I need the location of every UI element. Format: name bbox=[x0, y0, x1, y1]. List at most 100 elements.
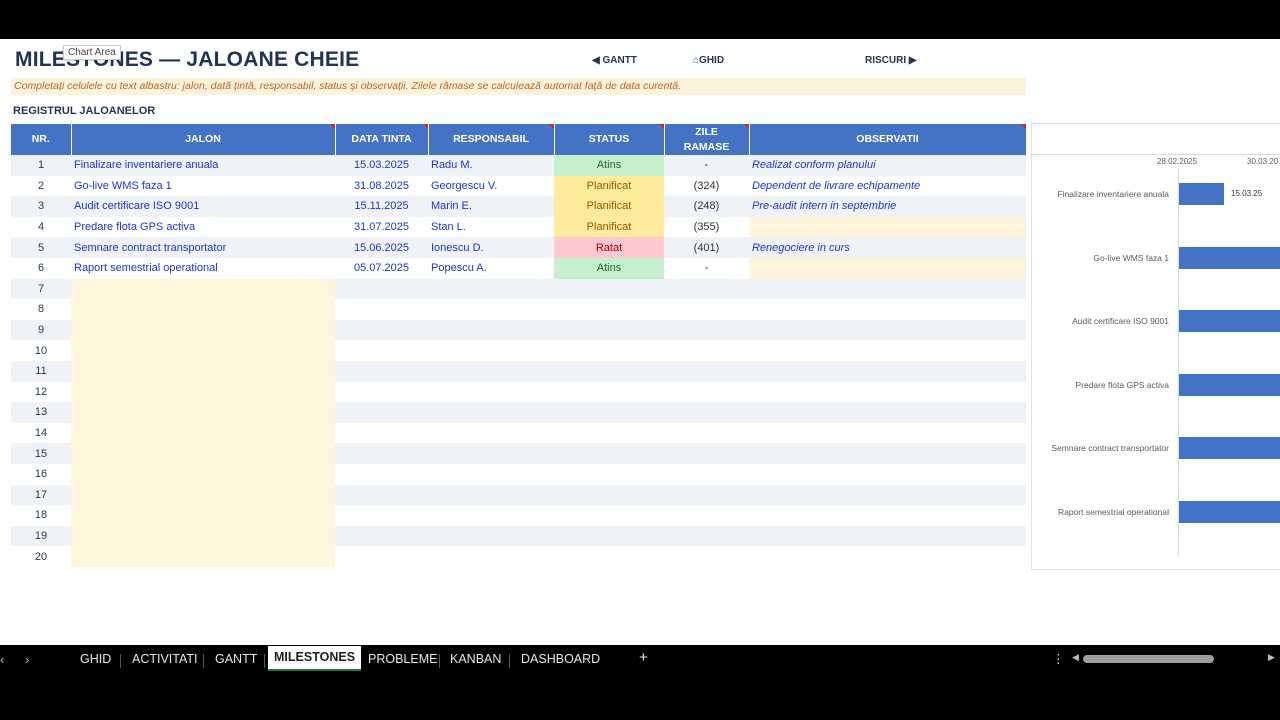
row-number-cell[interactable]: 18 bbox=[11, 505, 71, 526]
status-cell[interactable]: Planificat bbox=[554, 175, 664, 197]
responsabil-cell[interactable]: Ionescu D. bbox=[428, 237, 554, 258]
row-number-cell[interactable]: 3 bbox=[11, 196, 71, 217]
data-tinta-cell[interactable] bbox=[335, 546, 428, 567]
data-tinta-cell[interactable] bbox=[335, 381, 428, 403]
data-tinta-cell[interactable]: 15.11.2025 bbox=[335, 196, 428, 217]
responsabil-cell[interactable] bbox=[428, 484, 554, 506]
zile-ramase-cell[interactable] bbox=[664, 360, 749, 382]
status-cell[interactable] bbox=[554, 463, 664, 485]
row-number-cell[interactable]: 15 bbox=[11, 443, 71, 464]
status-cell[interactable]: Planificat bbox=[554, 196, 664, 217]
row-number-cell[interactable]: 2 bbox=[11, 175, 71, 197]
data-tinta-cell[interactable] bbox=[335, 278, 428, 300]
status-cell[interactable] bbox=[554, 525, 664, 547]
header-data-tinta[interactable]: DATA TINTA bbox=[335, 124, 429, 155]
responsabil-cell[interactable] bbox=[428, 319, 554, 341]
data-tinta-cell[interactable]: 31.08.2025 bbox=[335, 175, 428, 197]
jalon-cell[interactable] bbox=[71, 278, 335, 300]
nav-ghid-link[interactable]: ⌂GHID bbox=[693, 55, 724, 66]
responsabil-cell[interactable] bbox=[428, 278, 554, 300]
horizontal-scrollbar[interactable] bbox=[1083, 655, 1214, 663]
zile-ramase-cell[interactable] bbox=[664, 381, 749, 403]
responsabil-cell[interactable] bbox=[428, 546, 554, 567]
spreadsheet-sheet[interactable]: MILESTONES — JALOANE CHEIE Chart Area ◀ … bbox=[0, 39, 1280, 645]
responsabil-cell[interactable]: Popescu A. bbox=[428, 257, 554, 279]
add-sheet-button[interactable]: + bbox=[639, 649, 648, 666]
responsabil-cell[interactable]: Radu M. bbox=[428, 155, 554, 176]
row-number-cell[interactable]: 7 bbox=[11, 278, 71, 300]
scroll-left-icon[interactable]: ◀ bbox=[1072, 652, 1079, 663]
tab-kanban[interactable]: KANBAN bbox=[450, 652, 501, 666]
jalon-cell[interactable] bbox=[71, 360, 335, 382]
jalon-cell[interactable] bbox=[71, 505, 335, 526]
data-tinta-cell[interactable] bbox=[335, 422, 428, 444]
row-number-cell[interactable]: 19 bbox=[11, 525, 71, 547]
tab-activitati[interactable]: ACTIVITATI bbox=[132, 652, 198, 666]
observatii-cell[interactable] bbox=[749, 278, 1026, 300]
data-tinta-cell[interactable] bbox=[335, 360, 428, 382]
status-cell[interactable]: Ratat bbox=[554, 237, 664, 258]
observatii-cell[interactable] bbox=[749, 216, 1026, 238]
data-tinta-cell[interactable] bbox=[335, 299, 428, 320]
header-jalon[interactable]: JALON bbox=[71, 124, 336, 155]
jalon-cell[interactable]: Predare flota GPS activa bbox=[71, 216, 335, 238]
zile-ramase-cell[interactable] bbox=[664, 443, 749, 464]
header-observatii[interactable]: OBSERVATII bbox=[749, 124, 1027, 155]
status-cell[interactable] bbox=[554, 381, 664, 403]
chart-bar[interactable] bbox=[1179, 437, 1280, 459]
jalon-cell[interactable] bbox=[71, 299, 335, 320]
responsabil-cell[interactable]: Stan L. bbox=[428, 216, 554, 238]
row-number-cell[interactable]: 4 bbox=[11, 216, 71, 238]
observatii-cell[interactable] bbox=[749, 505, 1026, 526]
observatii-cell[interactable] bbox=[749, 443, 1026, 464]
header-nr[interactable]: NR. bbox=[11, 124, 72, 155]
status-cell[interactable] bbox=[554, 422, 664, 444]
jalon-cell[interactable]: Semnare contract transportator bbox=[71, 237, 335, 258]
chart-bar[interactable] bbox=[1179, 310, 1280, 332]
zile-ramase-cell[interactable]: (355) bbox=[664, 216, 749, 238]
header-zile-ramase[interactable]: ZILE RAMASE bbox=[664, 124, 750, 155]
zile-ramase-cell[interactable]: (248) bbox=[664, 196, 749, 217]
zile-ramase-cell[interactable] bbox=[664, 340, 749, 361]
observatii-cell[interactable] bbox=[749, 402, 1026, 423]
row-number-cell[interactable]: 10 bbox=[11, 340, 71, 361]
status-cell[interactable] bbox=[554, 546, 664, 567]
zile-ramase-cell[interactable] bbox=[664, 402, 749, 423]
zile-ramase-cell[interactable] bbox=[664, 525, 749, 547]
zile-ramase-cell[interactable] bbox=[664, 278, 749, 300]
observatii-cell[interactable]: Dependent de livrare echipamente bbox=[749, 175, 1026, 197]
observatii-cell[interactable]: Pre-audit intern in septembrie bbox=[749, 196, 1026, 217]
row-number-cell[interactable]: 6 bbox=[11, 257, 71, 279]
chart-bar[interactable] bbox=[1179, 183, 1224, 205]
row-number-cell[interactable]: 17 bbox=[11, 484, 71, 506]
data-tinta-cell[interactable] bbox=[335, 402, 428, 423]
tab-ghid[interactable]: GHID bbox=[80, 652, 111, 666]
nav-riscuri-link[interactable]: RISCURI ▶ bbox=[865, 55, 917, 66]
header-responsabil[interactable]: RESPONSABIL bbox=[428, 124, 555, 155]
data-tinta-cell[interactable] bbox=[335, 319, 428, 341]
zile-ramase-cell[interactable] bbox=[664, 484, 749, 506]
zile-ramase-cell[interactable] bbox=[664, 546, 749, 567]
chart-bar[interactable] bbox=[1179, 247, 1280, 269]
row-number-cell[interactable]: 9 bbox=[11, 319, 71, 341]
observatii-cell[interactable] bbox=[749, 381, 1026, 403]
data-tinta-cell[interactable]: 31.07.2025 bbox=[335, 216, 428, 238]
responsabil-cell[interactable] bbox=[428, 422, 554, 444]
jalon-cell[interactable] bbox=[71, 381, 335, 403]
zile-ramase-cell[interactable]: - bbox=[664, 257, 749, 279]
jalon-cell[interactable]: Raport semestrial operational bbox=[71, 257, 335, 279]
responsabil-cell[interactable] bbox=[428, 443, 554, 464]
observatii-cell[interactable] bbox=[749, 525, 1026, 547]
data-tinta-cell[interactable] bbox=[335, 505, 428, 526]
row-number-cell[interactable]: 16 bbox=[11, 463, 71, 485]
jalon-cell[interactable]: Audit certificare ISO 9001 bbox=[71, 196, 335, 217]
jalon-cell[interactable] bbox=[71, 525, 335, 547]
milestones-chart[interactable]: 28.02.2025 30.03.20 Finalizare inventari… bbox=[1031, 123, 1280, 570]
more-options-icon[interactable]: ⋮ bbox=[1052, 651, 1065, 666]
header-status[interactable]: STATUS bbox=[554, 124, 665, 155]
tab-dashboard[interactable]: DASHBOARD bbox=[521, 652, 600, 666]
responsabil-cell[interactable] bbox=[428, 463, 554, 485]
row-number-cell[interactable]: 14 bbox=[11, 422, 71, 444]
status-cell[interactable] bbox=[554, 278, 664, 300]
jalon-cell[interactable] bbox=[71, 484, 335, 506]
